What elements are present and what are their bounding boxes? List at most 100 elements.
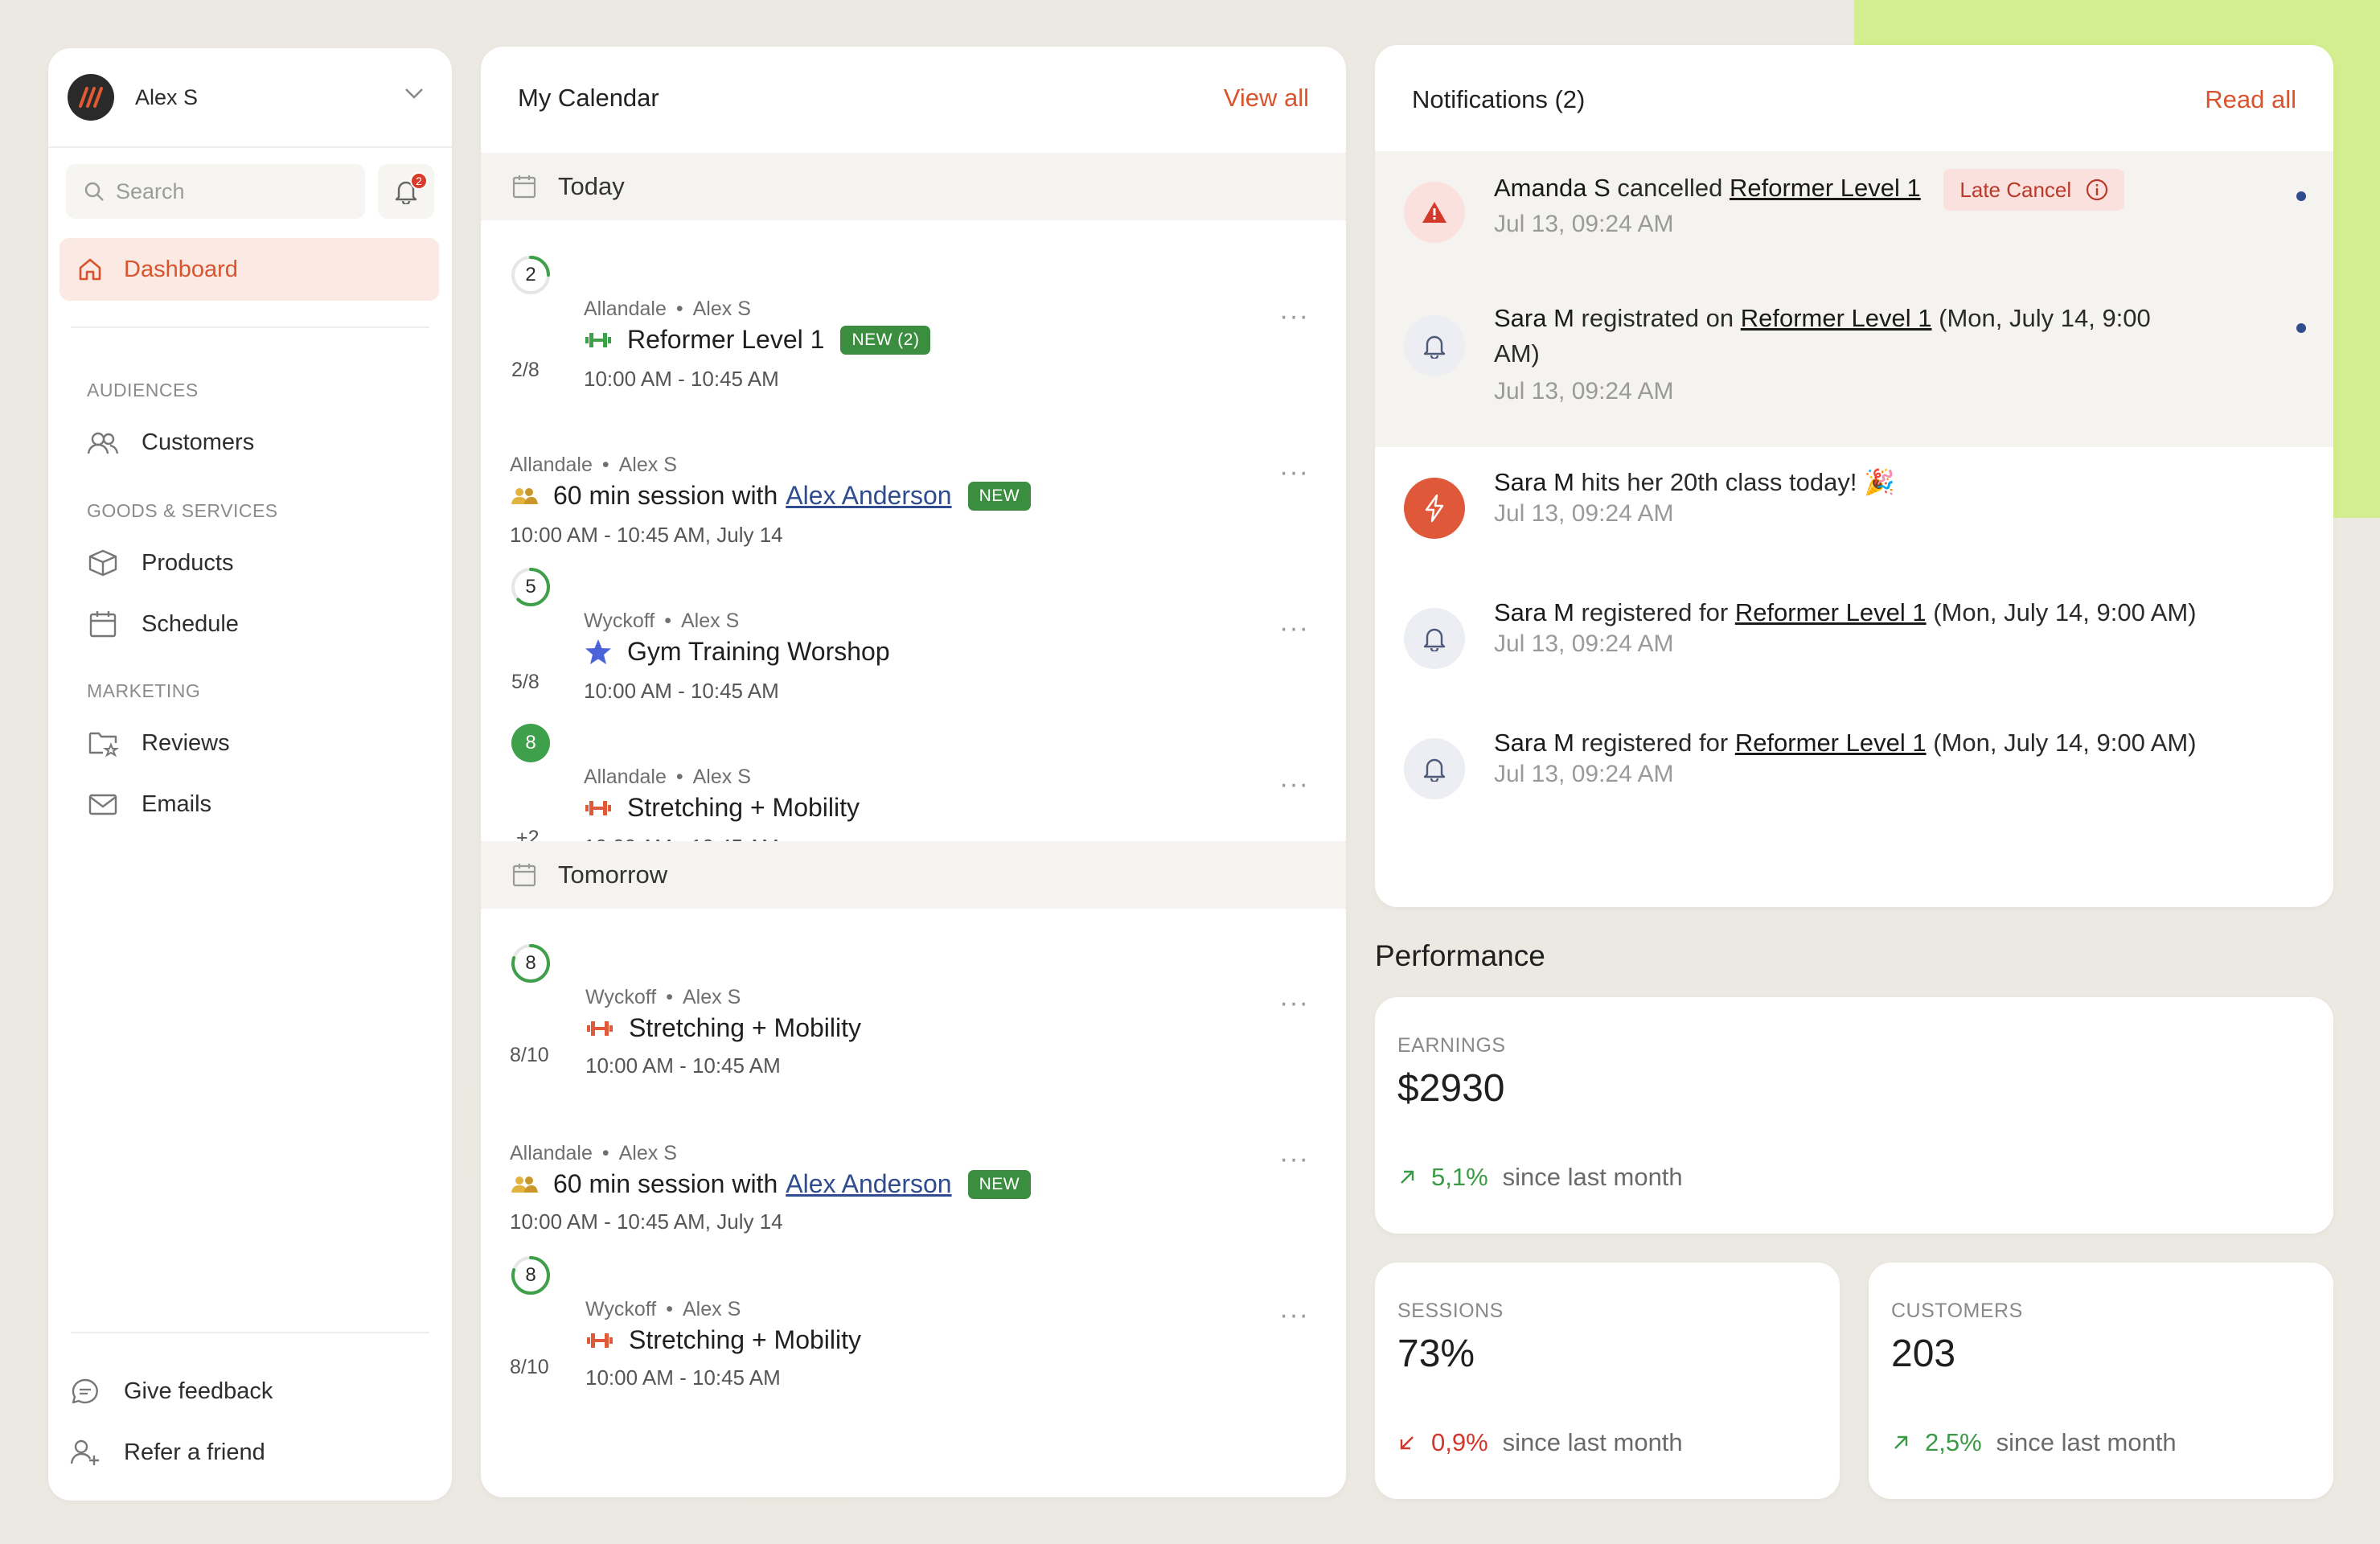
notification-item[interactable]: Sara M hits her 20th class today! 🎉 Jul …	[1375, 447, 2333, 577]
home-icon	[79, 258, 101, 281]
section-audiences: AUDIENCES	[87, 380, 199, 400]
nav-schedule-label: Schedule	[142, 610, 239, 637]
more-options-icon[interactable]: ···	[1279, 1300, 1309, 1331]
event-location: Allandale	[584, 298, 667, 320]
user-name: Alex S	[135, 84, 199, 109]
event-meta: Wyckoff • Alex S	[585, 986, 741, 1008]
arrow-down-left-icon	[1400, 1436, 1414, 1450]
notification-date: (Mon, July 14, 9:00	[1939, 304, 2151, 332]
notification-item[interactable]: Sara M registered for Reformer Level 1 (…	[1375, 577, 2333, 708]
notification-user: Sara M	[1494, 729, 1574, 757]
search-input[interactable]: Search	[66, 164, 365, 219]
new-badge: NEW	[967, 1169, 1032, 1199]
nav-reviews[interactable]: Reviews	[87, 729, 230, 758]
day-header-tomorrow: Tomorrow	[481, 841, 1346, 909]
notification-class-link[interactable]: Reformer Level 1	[1735, 729, 1927, 757]
nav-products[interactable]: Products	[87, 548, 233, 577]
refer-friend-label: Refer a friend	[124, 1439, 265, 1465]
event-location: Allandale	[584, 766, 667, 788]
day-header-today: Today	[481, 153, 1346, 220]
event-title: 60 min session with Alex Anderson NEW	[510, 1169, 1032, 1199]
calendar-event[interactable]: 5 5/8 Wyckoff • Alex S Gym Training Worsho…	[481, 534, 1346, 703]
new-badge: NEW (2)	[840, 325, 931, 355]
nav-customers[interactable]: Customers	[87, 429, 254, 456]
notification-item[interactable]: Sara M registered for Reformer Level 1 (…	[1375, 708, 2333, 838]
tomorrow-label: Tomorrow	[558, 860, 668, 889]
more-options-icon[interactable]: ···	[1279, 613, 1309, 644]
search-placeholder: Search	[116, 179, 185, 203]
event-location: Wyckoff	[584, 610, 655, 632]
calendar-event[interactable]: Allandale • Alex S 60 min session with Ale…	[481, 378, 1346, 547]
profile-switcher[interactable]: Alex S	[48, 48, 452, 148]
notification-class-link[interactable]: Reformer Level 1	[1735, 598, 1927, 626]
more-options-icon[interactable]: ···	[1279, 1144, 1309, 1175]
sessions-since: since last month	[1502, 1428, 1683, 1456]
calendar-icon	[89, 611, 117, 638]
more-options-icon[interactable]: ···	[1279, 457, 1309, 488]
arrow-up-right-icon	[1894, 1435, 1908, 1449]
event-meta: Allandale • Alex S	[510, 454, 677, 476]
dumbbell-icon	[584, 331, 613, 350]
nav-emails[interactable]: Emails	[87, 790, 211, 819]
event-meta: Allandale • Alex S	[584, 766, 751, 788]
calendar-icon	[512, 175, 536, 199]
notification-class-link[interactable]: Reformer Level 1	[1741, 304, 1932, 332]
earnings-change: 5,1% since last month	[1397, 1163, 1683, 1192]
more-options-icon[interactable]: ···	[1279, 988, 1309, 1019]
notification-action: hits her 20th class today! 🎉	[1581, 468, 1895, 496]
users-icon	[87, 432, 119, 454]
notification-time: Jul 13, 09:24 AM	[1494, 211, 1674, 237]
notification-item[interactable]: Sara M registrated on Reformer Level 1 (…	[1375, 281, 2333, 447]
calendar-event[interactable]: 8 8/10 Wyckoff • Alex S Stretching + Mobil…	[481, 1221, 1346, 1390]
earnings-value: $2930	[1397, 1067, 1505, 1110]
event-meta: Wyckoff • Alex S	[585, 1298, 741, 1320]
notification-text: Sara M registrated on Reformer Level 1 (…	[1494, 301, 2218, 372]
calendar-icon	[512, 864, 536, 887]
notification-date: (Mon, July 14, 9:00 AM)	[1933, 598, 2197, 626]
notification-count-badge: 2	[410, 172, 428, 190]
nav-reviews-label: Reviews	[142, 729, 230, 756]
notifications-button[interactable]: 2	[378, 164, 434, 219]
nav-dashboard[interactable]: Dashboard	[60, 238, 439, 301]
calendar-event[interactable]: Allandale • Alex S 60 min session with Ale…	[481, 1065, 1346, 1234]
chevron-down-icon[interactable]	[404, 87, 425, 100]
calendar-event[interactable]: 8 8/10 Wyckoff • Alex S Stretching + Mobil…	[481, 909, 1346, 1078]
capacity-count: 2	[525, 264, 536, 285]
notification-class-link[interactable]: Reformer Level 1	[1730, 174, 1921, 202]
event-title-text: Stretching + Mobility	[629, 1013, 862, 1042]
notifications-title: Notifications (2)	[1412, 85, 1586, 113]
calendar-title: My Calendar	[518, 84, 659, 112]
nav-schedule[interactable]: Schedule	[87, 610, 239, 639]
unread-dot	[2296, 323, 2306, 333]
event-instructor: Alex S	[618, 1142, 677, 1164]
event-instructor: Alex S	[681, 610, 740, 632]
notification-date: (Mon, July 14, 9:00 AM)	[1933, 729, 2197, 757]
calendar-event[interactable]: 8 +2 Allandale • Alex S Stretching + Mobil…	[481, 690, 1346, 859]
more-options-icon[interactable]: ···	[1279, 301, 1309, 332]
event-meta: Wyckoff • Alex S	[584, 610, 740, 632]
calendar-event[interactable]: 2 2/8 Allandale • Alex S Reformer Level 1 …	[481, 222, 1346, 391]
search-icon	[84, 182, 104, 201]
refer-friend-link[interactable]: Refer a friend	[69, 1438, 265, 1467]
client-link[interactable]: Alex Anderson	[786, 481, 951, 511]
notification-action: registrated on	[1581, 304, 1734, 332]
give-feedback-link[interactable]: Give feedback	[69, 1377, 273, 1406]
more-options-icon[interactable]: ···	[1279, 769, 1309, 800]
read-all-link[interactable]: Read all	[2205, 85, 2296, 114]
section-goods-services: GOODS & SERVICES	[87, 500, 278, 521]
sidebar: Alex S Search 2 Dashboard AUDIENCES Cust…	[48, 48, 452, 1501]
capacity-fraction: 8/10	[510, 1044, 549, 1066]
customers-change: 2,5% since last month	[1891, 1428, 2177, 1457]
view-all-link[interactable]: View all	[1224, 84, 1309, 113]
capacity-fraction: 8/10	[510, 1356, 549, 1378]
event-location: Wyckoff	[585, 1298, 657, 1320]
notification-item[interactable]: Amanda S cancelled Reformer Level 1 Late…	[1375, 151, 2333, 281]
customers-value: 203	[1891, 1333, 1956, 1375]
notification-user: Amanda S	[1494, 174, 1611, 203]
unread-dot	[2296, 191, 2306, 201]
notification-user: Sara M	[1494, 304, 1574, 332]
event-title-text: Stretching + Mobility	[629, 1325, 862, 1354]
client-link[interactable]: Alex Anderson	[786, 1169, 951, 1199]
info-icon[interactable]	[2086, 179, 2108, 201]
event-title-text: 60 min session with	[553, 1169, 778, 1198]
